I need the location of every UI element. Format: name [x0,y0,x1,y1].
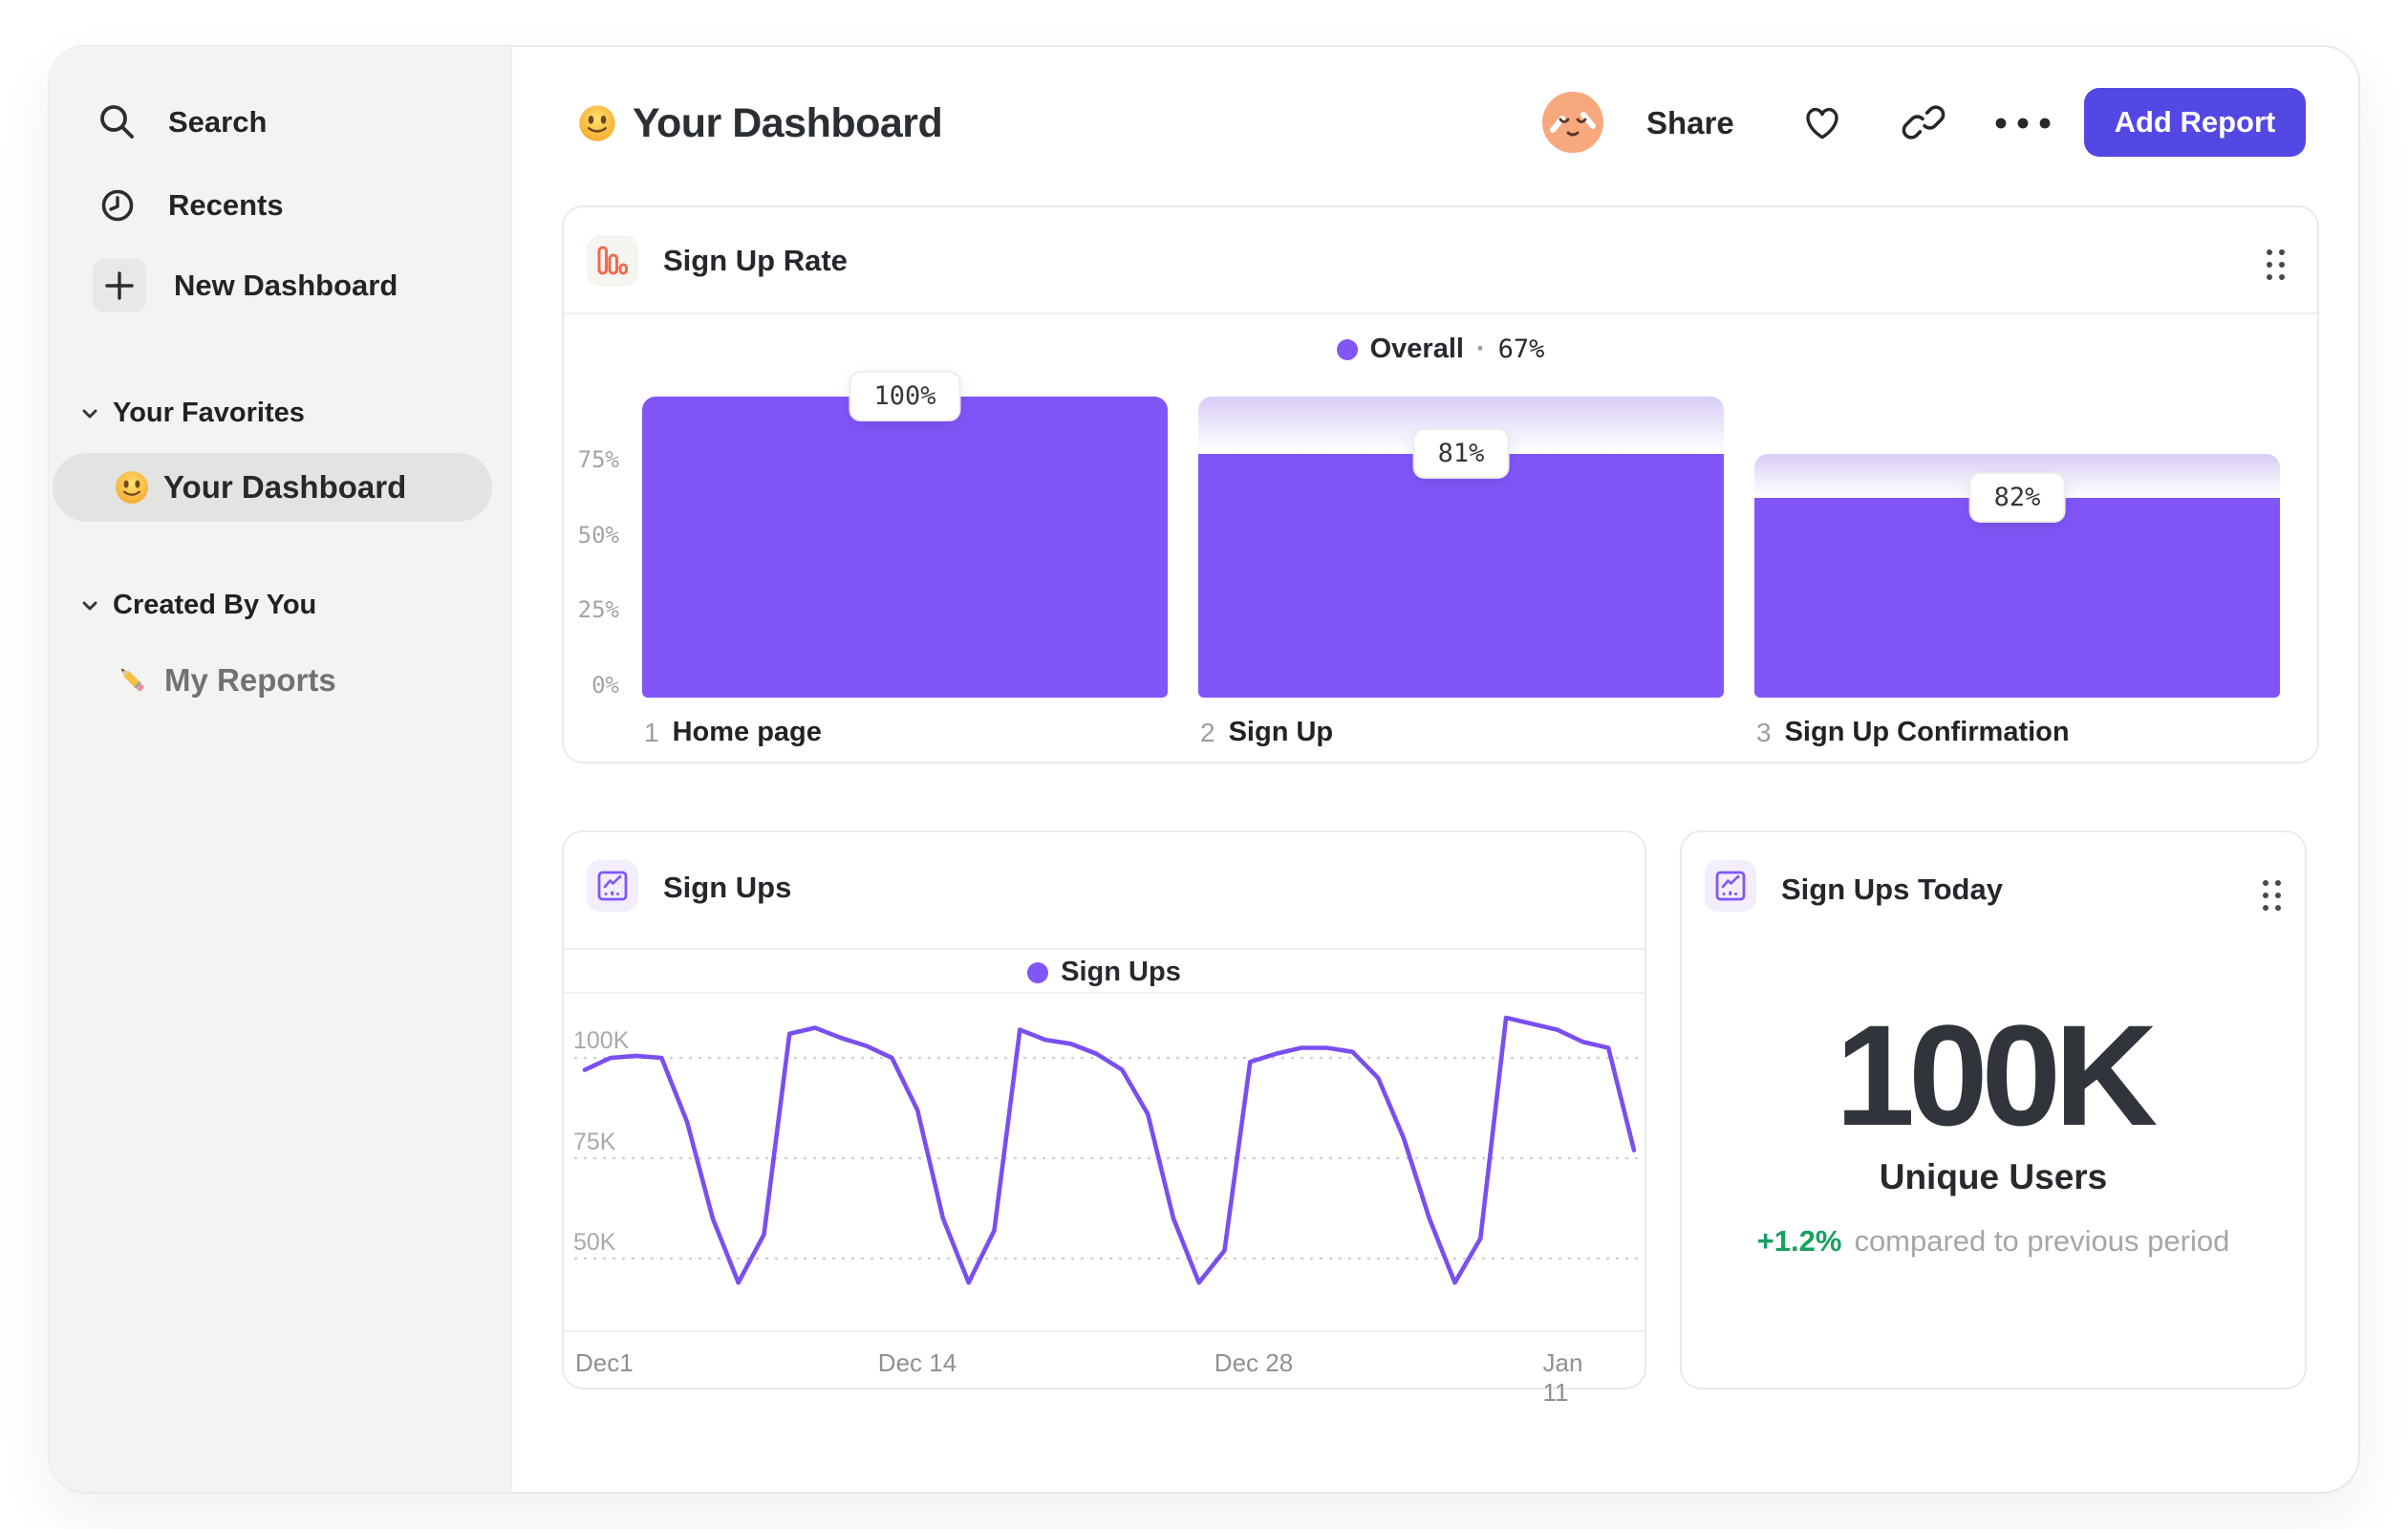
funnel-step-label: 3 Sign Up Confirmation [1756,717,2070,748]
metric-label: Unique Users [1879,1157,2108,1196]
sidebar-item-search[interactable]: Search [96,96,267,149]
card-sign-up-rate: Sign Up Rate Overall · 67% 75% 50% 25% 0… [562,205,2319,764]
sidebar-item-label: New Dashboard [174,269,398,302]
funnel-bar-solid [642,397,1168,698]
card-sign-ups-today: Sign Ups Today 100K Unique Users +1.2% c… [1680,830,2307,1389]
funnel-bar-loss-cap [1754,453,2280,498]
funnel-step-number: 2 [1200,717,1215,747]
funnel-bar-loss-cap [1198,397,1724,454]
line-legend[interactable]: Sign Ups [564,957,1645,988]
line-chart-icon [587,860,638,912]
sign-ups-line-chart [573,1015,1639,1285]
gridlines [573,1056,1639,1260]
share-button[interactable]: Share [1646,105,1734,141]
section-label: Created By You [113,590,317,620]
sidebar-section-your-favorites[interactable]: Your Favorites [78,398,305,429]
delta-value: +1.2% [1756,1224,1842,1258]
sidebar-item-your-dashboard[interactable]: Your Dashboard [53,453,492,522]
funnel-bar[interactable]: 82% 3 Sign Up Confirmation [1754,207,2280,747]
add-report-button[interactable]: Add Report [2084,88,2306,157]
funnel-step-label: 1 Home page [644,717,822,748]
sidebar-item-label: My Reports [164,662,336,698]
funnel-step-name: Sign Up Confirmation [1784,717,2070,747]
funnel-step-label: 2 Sign Up [1200,717,1333,748]
metric-value: 100K [1835,995,2159,1155]
avatar[interactable] [1541,91,1604,154]
funnel-step-name: Sign Up [1228,717,1334,747]
metric-delta-row: +1.2% compared to previous period [1682,1224,2305,1259]
y-axis-tick: 75K [573,1129,616,1155]
more-icon[interactable] [1993,114,2054,133]
smiley-emoji [116,471,148,504]
card-title: Sign Ups Today [1781,872,2003,906]
chevron-down-icon [82,601,97,610]
drag-handle-icon[interactable] [2263,880,2281,911]
funnel-bar[interactable]: 81% 2 Sign Up [1198,207,1724,747]
x-axis-line [564,1330,1645,1332]
funnel-bar[interactable]: 100% 1 Home page [642,207,1168,747]
card-title: Sign Ups [663,871,792,904]
funnel-step-number: 3 [1756,717,1772,747]
section-label: Your Favorites [113,398,305,428]
search-icon [100,105,134,139]
sidebar-item-label: Your Dashboard [163,469,407,505]
sidebar-item-label: Search [168,105,268,139]
add-report-label: Add Report [2114,105,2276,139]
page-title: Your Dashboard [577,96,943,151]
funnel-bar-solid [1198,453,1724,699]
sidebar-item-recents[interactable]: Recents [96,179,284,232]
funnel-chart: 100% 1 Home page 81% 2 Sign Up 82% 3 Sign Up Con… [564,207,2317,762]
sidebar-item-label: Recents [168,188,284,222]
x-axis-tick: Jan 11 [1542,1348,1583,1407]
y-axis-tick: 50K [573,1229,616,1256]
x-axis-tick: Dec 28 [1214,1348,1294,1377]
x-axis-tick: Dec 14 [877,1348,957,1377]
divider [564,948,1645,950]
legend-label: Sign Ups [1061,957,1181,987]
funnel-step-name: Home page [672,717,822,747]
page-title-text: Your Dashboard [633,99,943,146]
delta-note: compared to previous period [1854,1224,2230,1258]
funnel-step-number: 1 [644,717,659,747]
legend-dot [1027,961,1049,983]
card-sign-ups: Sign Ups Sign Ups 100K 75K 50K Dec1 Dec … [562,830,1646,1407]
smiley-emoji [579,105,615,141]
y-axis-tick: 100K [573,1027,630,1054]
sidebar-item-my-reports[interactable]: My Reports [115,659,336,701]
heart-icon[interactable] [1800,100,1844,144]
sidebar-section-created-by-you[interactable]: Created By You [78,590,316,621]
sidebar-item-new-dashboard[interactable]: New Dashboard [93,259,398,312]
x-axis-tick: Dec1 [575,1348,634,1377]
line-chart-icon [1705,860,1756,912]
link-icon[interactable] [1902,100,1946,144]
pencil-emoji [120,668,144,692]
chevron-down-icon [82,409,97,418]
funnel-bar-solid [1754,497,2280,698]
clock-icon [101,189,134,222]
plus-icon [93,259,146,312]
